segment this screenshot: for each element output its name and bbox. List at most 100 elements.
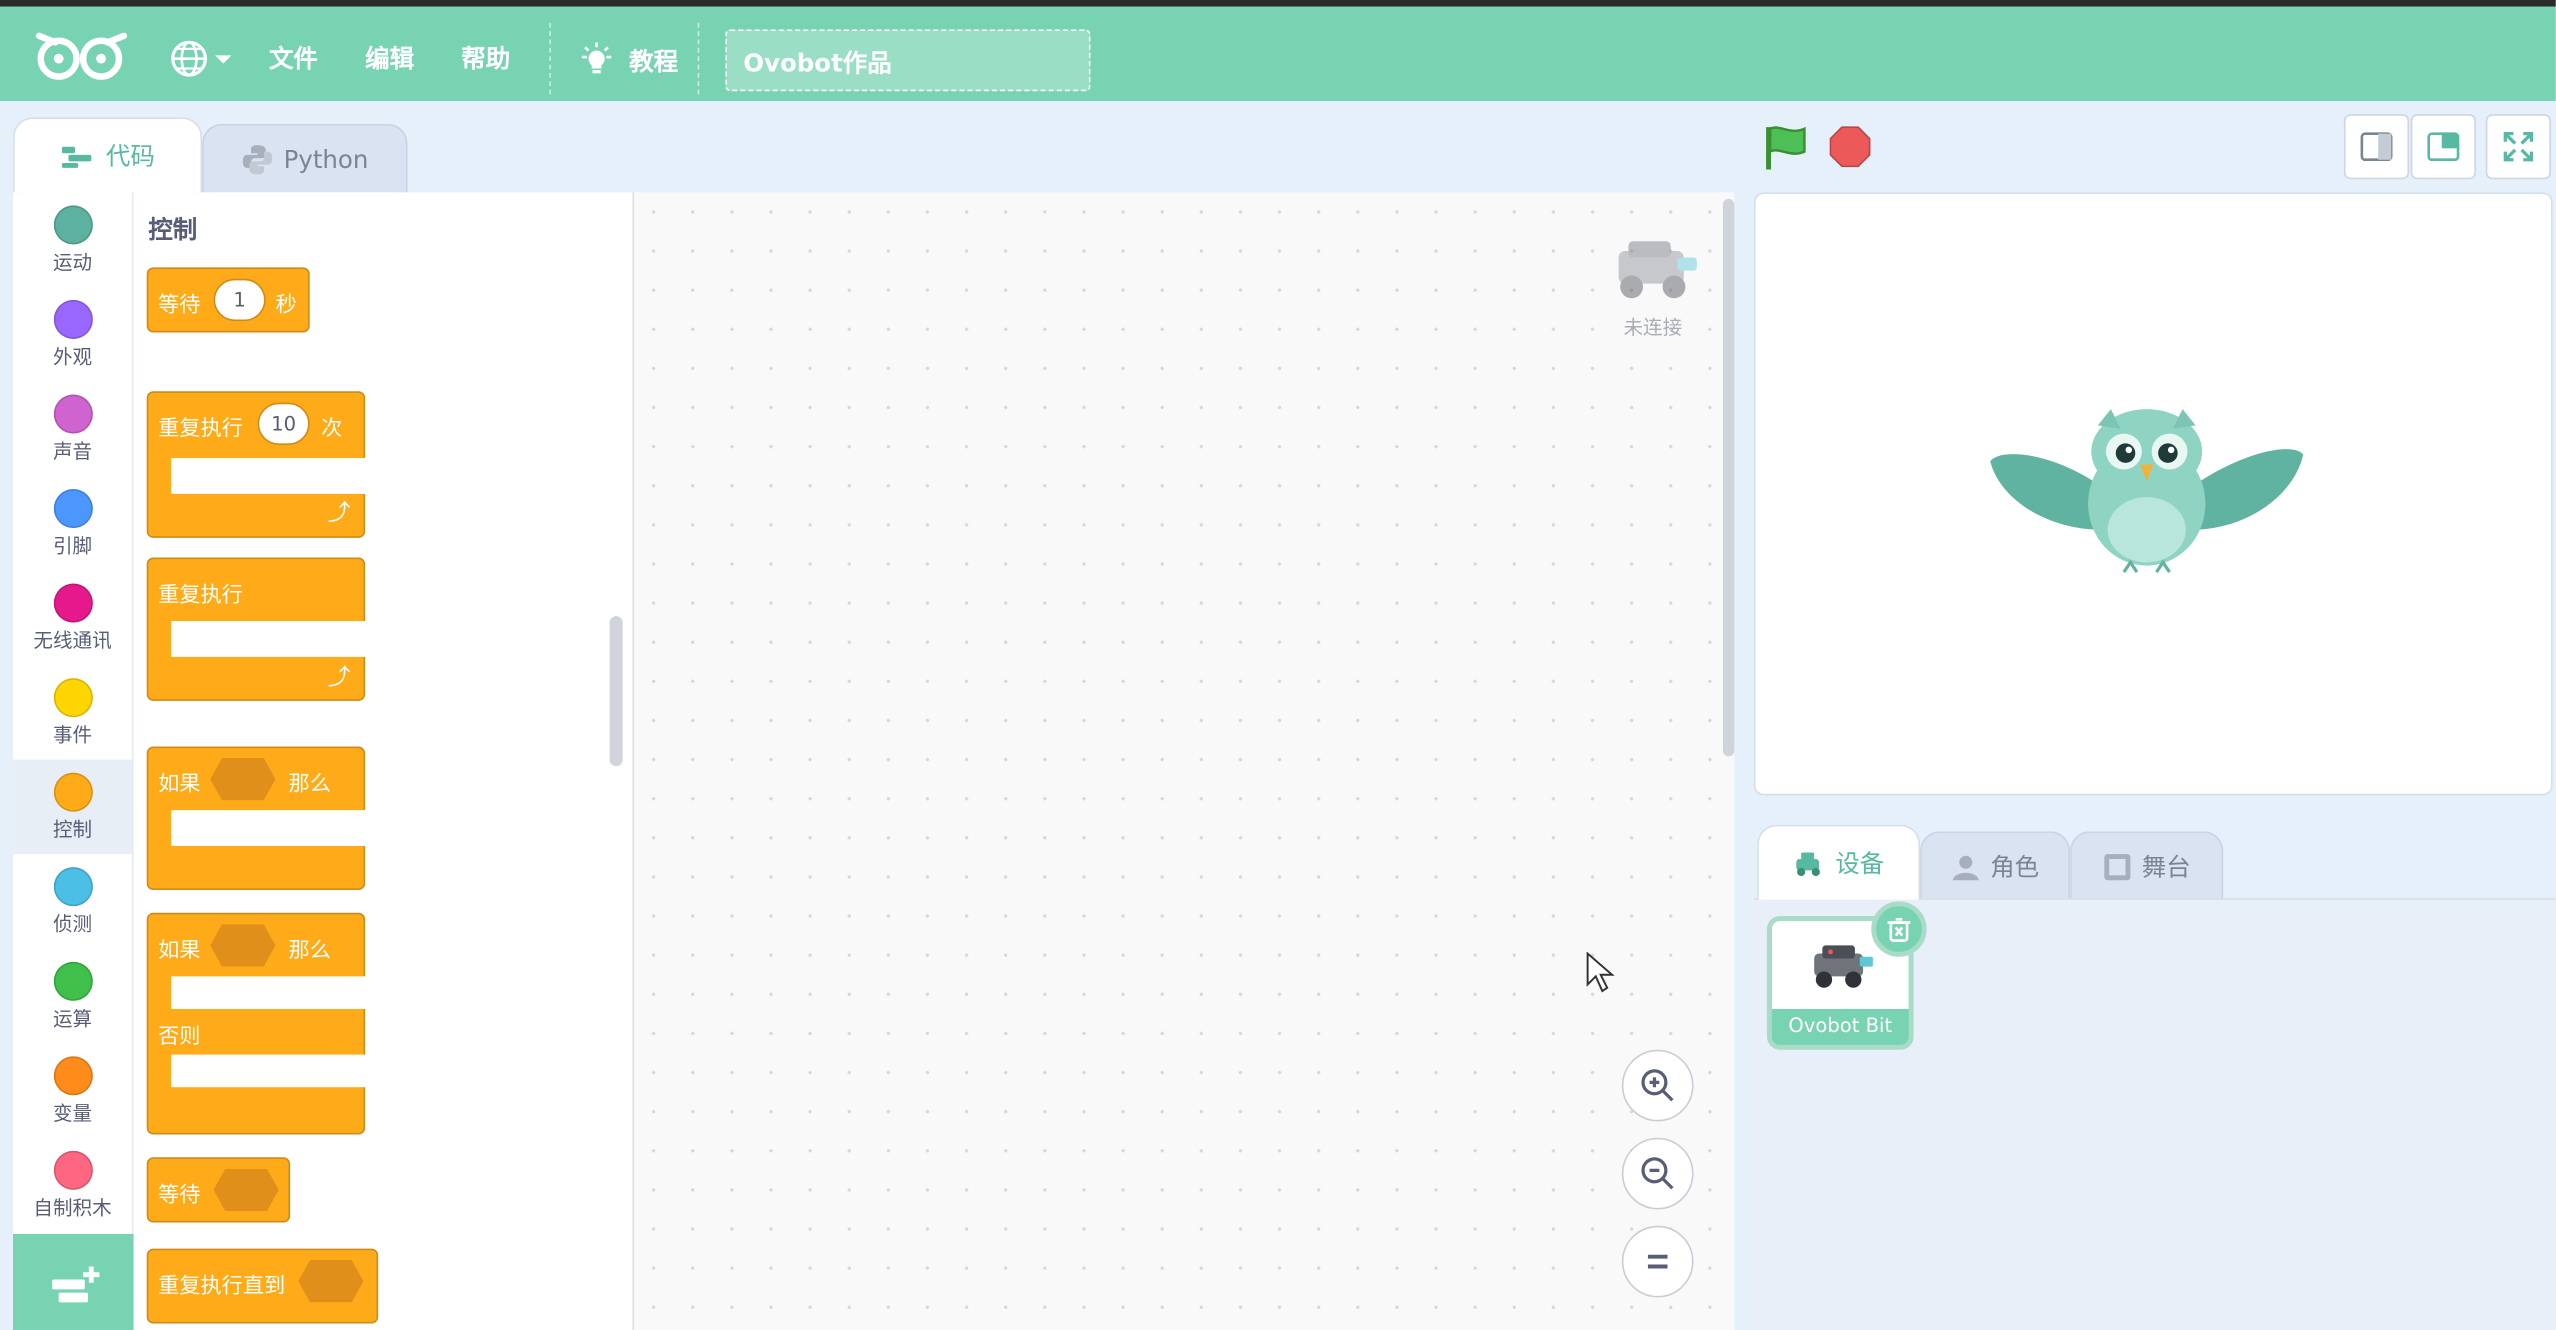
c-slot [171,810,371,846]
menu-bar: 文件 编辑 帮助 教程 Ovobot作品 [0,0,2556,102]
block-input[interactable]: 1 [213,278,266,322]
boolean-slot[interactable] [210,924,276,967]
lightbulb-icon [581,42,612,74]
category-label: 侦测 [52,912,93,936]
add-extension-icon [52,1266,100,1303]
loop-arrow-icon: ⤴ [327,665,351,692]
code-blocks-icon [61,145,92,168]
category-label: 运动 [52,251,93,274]
workspace-scrollbar[interactable] [1722,198,1735,757]
ovobot-logo[interactable] [33,23,131,88]
category-menu: 运动 外观 声音 引脚 无线通讯 事件 控制 侦测 运算 变量 自制积木 [13,192,134,1330]
category-operators[interactable]: 运算 [13,949,132,1044]
block-label: 那么 [288,938,331,964]
language-menu[interactable] [170,39,235,78]
tutorial-label: 教程 [629,46,679,76]
fullscreen-button[interactable] [2485,114,2551,180]
category-label: 引脚 [52,534,93,558]
robot-icon [1618,241,1697,299]
palette-heading: 控制 [148,215,198,245]
device-icon [1796,851,1820,876]
zoom-in-button[interactable] [1621,1049,1694,1122]
block-wait-until[interactable]: 等待 [146,1157,291,1223]
category-control[interactable]: 控制 [13,759,133,855]
menu-help[interactable]: 帮助 [461,41,510,75]
category-sensing[interactable]: 侦测 [13,854,132,949]
category-dot [52,867,93,907]
c-slot [171,976,371,1009]
block-label: 否则 [158,1025,201,1050]
block-label: 如果 [158,938,201,964]
small-stage-button[interactable] [2343,114,2410,180]
tab-stage[interactable]: 舞台 [2070,831,2224,900]
block-if-then-else[interactable]: 如果 那么 否则 [146,912,371,1135]
category-events[interactable]: 事件 [13,665,132,760]
tab-code-label: 代码 [105,141,155,172]
tab-code[interactable]: 代码 [13,117,203,193]
green-flag-icon[interactable] [1764,124,1810,173]
block-forever[interactable]: 重复执行 ⤴ [146,557,371,701]
category-label: 事件 [52,723,93,747]
delete-device-button[interactable] [1871,901,1927,957]
category-my-blocks[interactable]: 自制积木 [13,1138,132,1233]
tab-python-label: Python [283,144,369,174]
menu-edit[interactable]: 编辑 [365,41,414,75]
boolean-slot[interactable] [298,1259,364,1303]
block-input[interactable]: 10 [257,402,310,445]
robot-icon [1814,945,1873,988]
tab-device-label: 设备 [1835,849,1885,879]
block-label: 重复执行 [158,583,243,608]
zoom-out-button[interactable] [1621,1137,1694,1210]
block-repeat-until[interactable]: 重复执行直到 [146,1248,379,1324]
boolean-slot[interactable] [213,1168,279,1212]
zoom-reset-icon [1647,1254,1668,1269]
python-icon [242,144,273,174]
stop-icon[interactable] [1829,126,1871,168]
category-variables[interactable]: 变量 [13,1043,132,1138]
tab-role[interactable]: 角色 [1920,831,2071,900]
stage-canvas[interactable] [1753,192,2553,796]
person-icon [1952,854,1979,880]
category-label: 自制积木 [33,1196,112,1220]
category-dot [52,394,93,434]
zoom-reset-button[interactable] [1621,1225,1694,1298]
category-dot [52,678,93,718]
add-extension-button[interactable] [13,1233,134,1330]
category-dot [52,299,93,340]
category-label: 无线通讯 [33,629,112,652]
category-looks[interactable]: 外观 [13,287,132,382]
block-repeat-times[interactable]: 重复执行 10 次 ⤴ [146,391,371,538]
owl-sprite[interactable] [1984,403,2310,582]
category-dot [52,489,93,529]
project-title-input[interactable]: Ovobot作品 [725,29,1091,92]
category-label: 控制 [52,818,93,842]
stage-backdrop-icon [2104,853,2131,880]
globe-icon [171,40,232,77]
code-workspace[interactable]: 未连接 [632,192,1735,1330]
tab-role-label: 角色 [1990,852,2040,882]
tutorial-button[interactable]: 教程 [577,36,678,85]
block-if-then[interactable]: 如果 那么 [146,746,371,890]
small-stage-icon [2360,132,2393,162]
palette-scrollbar[interactable] [609,616,623,767]
tab-python[interactable]: Python [202,123,408,193]
block-wait-seconds[interactable]: 等待 1 秒 [146,267,310,333]
menu-file[interactable]: 文件 [269,41,318,75]
category-pins[interactable]: 引脚 [13,476,132,571]
large-stage-button[interactable] [2410,114,2476,180]
category-label: 声音 [52,440,93,463]
tab-device[interactable]: 设备 [1757,824,1921,900]
category-sound[interactable]: 声音 [13,381,132,476]
category-dot [52,583,93,623]
category-radio[interactable]: 无线通讯 [13,571,132,666]
loop-arrow-icon: ⤴ [327,500,351,527]
block-label: 等待 [158,1183,201,1208]
boolean-slot[interactable] [210,757,276,801]
block-label: 如果 [158,772,201,798]
category-label: 变量 [52,1101,93,1125]
block-label: 次 [321,417,343,442]
category-motion[interactable]: 运动 [13,192,132,287]
zoom-out-icon [1641,1157,1674,1190]
zoom-in-icon [1641,1069,1674,1102]
device-connection[interactable]: 未连接 [1596,228,1710,340]
